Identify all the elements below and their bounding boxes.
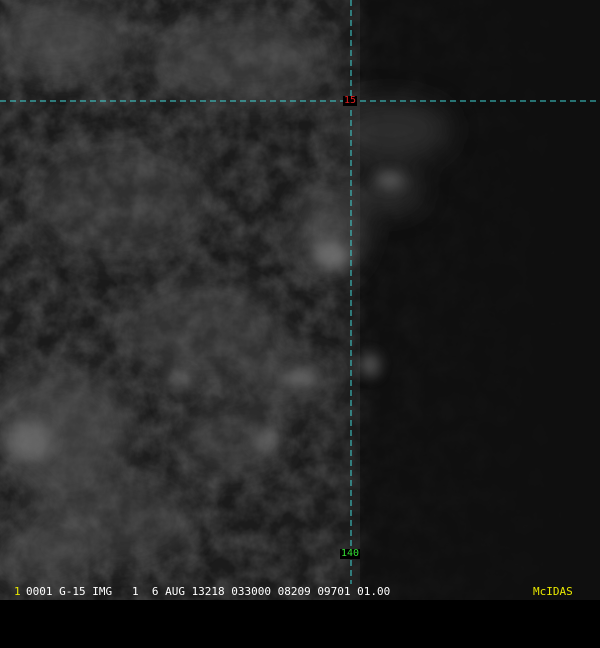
satellite-image <box>0 0 600 600</box>
image-info-text: 0001 G-15 IMG 1 6 AUG 13218 033000 08209… <box>26 585 391 598</box>
mcidas-brand-label: McIDAS <box>533 585 573 598</box>
latitude-label: 15 <box>343 95 358 106</box>
status-bar: 1 0001 G-15 IMG 1 6 AUG 13218 033000 082… <box>0 584 600 600</box>
longitude-label: 140 <box>340 548 361 559</box>
frame-number: 1 <box>14 585 21 598</box>
